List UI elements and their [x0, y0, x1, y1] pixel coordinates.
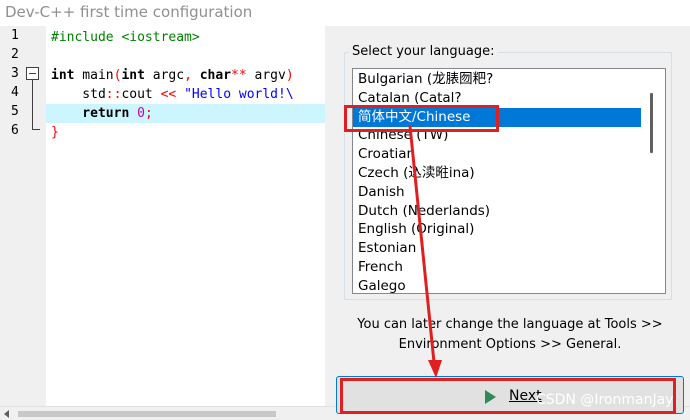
language-option[interactable]: Galego [358, 277, 406, 293]
language-option[interactable]: Danish [358, 183, 405, 202]
language-option[interactable]: English (Original) [358, 220, 474, 239]
code-token: #include <iostream> [51, 30, 200, 45]
hint-line-1: You can later change the language at Too… [357, 317, 663, 332]
code-token: } [51, 125, 59, 140]
annotation-highlight-chinese [344, 105, 499, 132]
code-token: return [51, 106, 130, 121]
language-option[interactable]: Czech (込渎暀ina) [358, 164, 475, 183]
language-hint: You can later change the language at Too… [340, 315, 680, 355]
code-token: argv [246, 68, 286, 83]
code-token: int [51, 68, 75, 83]
window-title: Dev-C++ first time configuration [5, 3, 253, 21]
language-listbox[interactable]: Bulgarian (龙脿囫粑? Catalan (Catal? 简体中文/Chin… [352, 68, 666, 294]
language-option[interactable]: Croatian [358, 145, 415, 164]
title-bar: Dev-C++ first time configuration [0, 0, 690, 26]
fold-collapse-icon[interactable] [26, 67, 39, 80]
language-label: Select your language: [349, 44, 498, 59]
fold-guide-end [32, 129, 40, 130]
code-line: #include <iostream> [46, 28, 325, 47]
fold-guide [32, 80, 33, 129]
language-option[interactable]: Bulgarian (龙脿囫粑? [358, 70, 493, 89]
code-token: ) [285, 68, 294, 83]
code-line: std::cout << "Hello world!\ [46, 85, 325, 104]
language-option[interactable]: Dutch (Nederlands) [358, 202, 490, 221]
code-token: int [121, 68, 145, 83]
code-token: :: [105, 87, 122, 102]
code-token: "Hello world!\ [176, 87, 294, 102]
line-number: 3 [11, 66, 19, 81]
watermark: CSDN @IronmanJay [536, 392, 674, 408]
code-line: } [46, 123, 325, 142]
code-editor-preview: 1 2 3 4 5 6 #include <iostream> int main(… [0, 26, 325, 406]
listbox-scrollbar-thumb[interactable] [650, 93, 653, 153]
line-number-gutter: 1 2 3 4 5 6 [0, 26, 46, 406]
code-token: ; [144, 106, 153, 121]
code-line: int main(int argc, char** argv) [46, 66, 325, 85]
code-token: cout [121, 87, 161, 102]
code-line: return 0; [46, 104, 325, 123]
code-token: main [74, 68, 114, 83]
language-option[interactable]: Estonian [358, 239, 416, 258]
code-token: ** [231, 68, 247, 83]
language-option[interactable]: French [358, 258, 403, 277]
line-number: 2 [11, 47, 19, 62]
line-number: 4 [11, 85, 19, 100]
code-token: char [199, 68, 232, 83]
hint-line-2: Environment Options >> General. [398, 337, 622, 352]
line-number: 1 [11, 28, 19, 43]
code-token: 0 [137, 106, 145, 121]
scroll-left-icon[interactable] [4, 410, 9, 418]
code-token: std [51, 87, 106, 102]
code-token: , [184, 68, 200, 83]
code-token: argc [144, 68, 185, 83]
line-number: 5 [11, 104, 19, 119]
code-token: << [160, 87, 177, 102]
scrollbar-thumb[interactable] [18, 411, 276, 417]
line-number: 6 [11, 123, 19, 138]
